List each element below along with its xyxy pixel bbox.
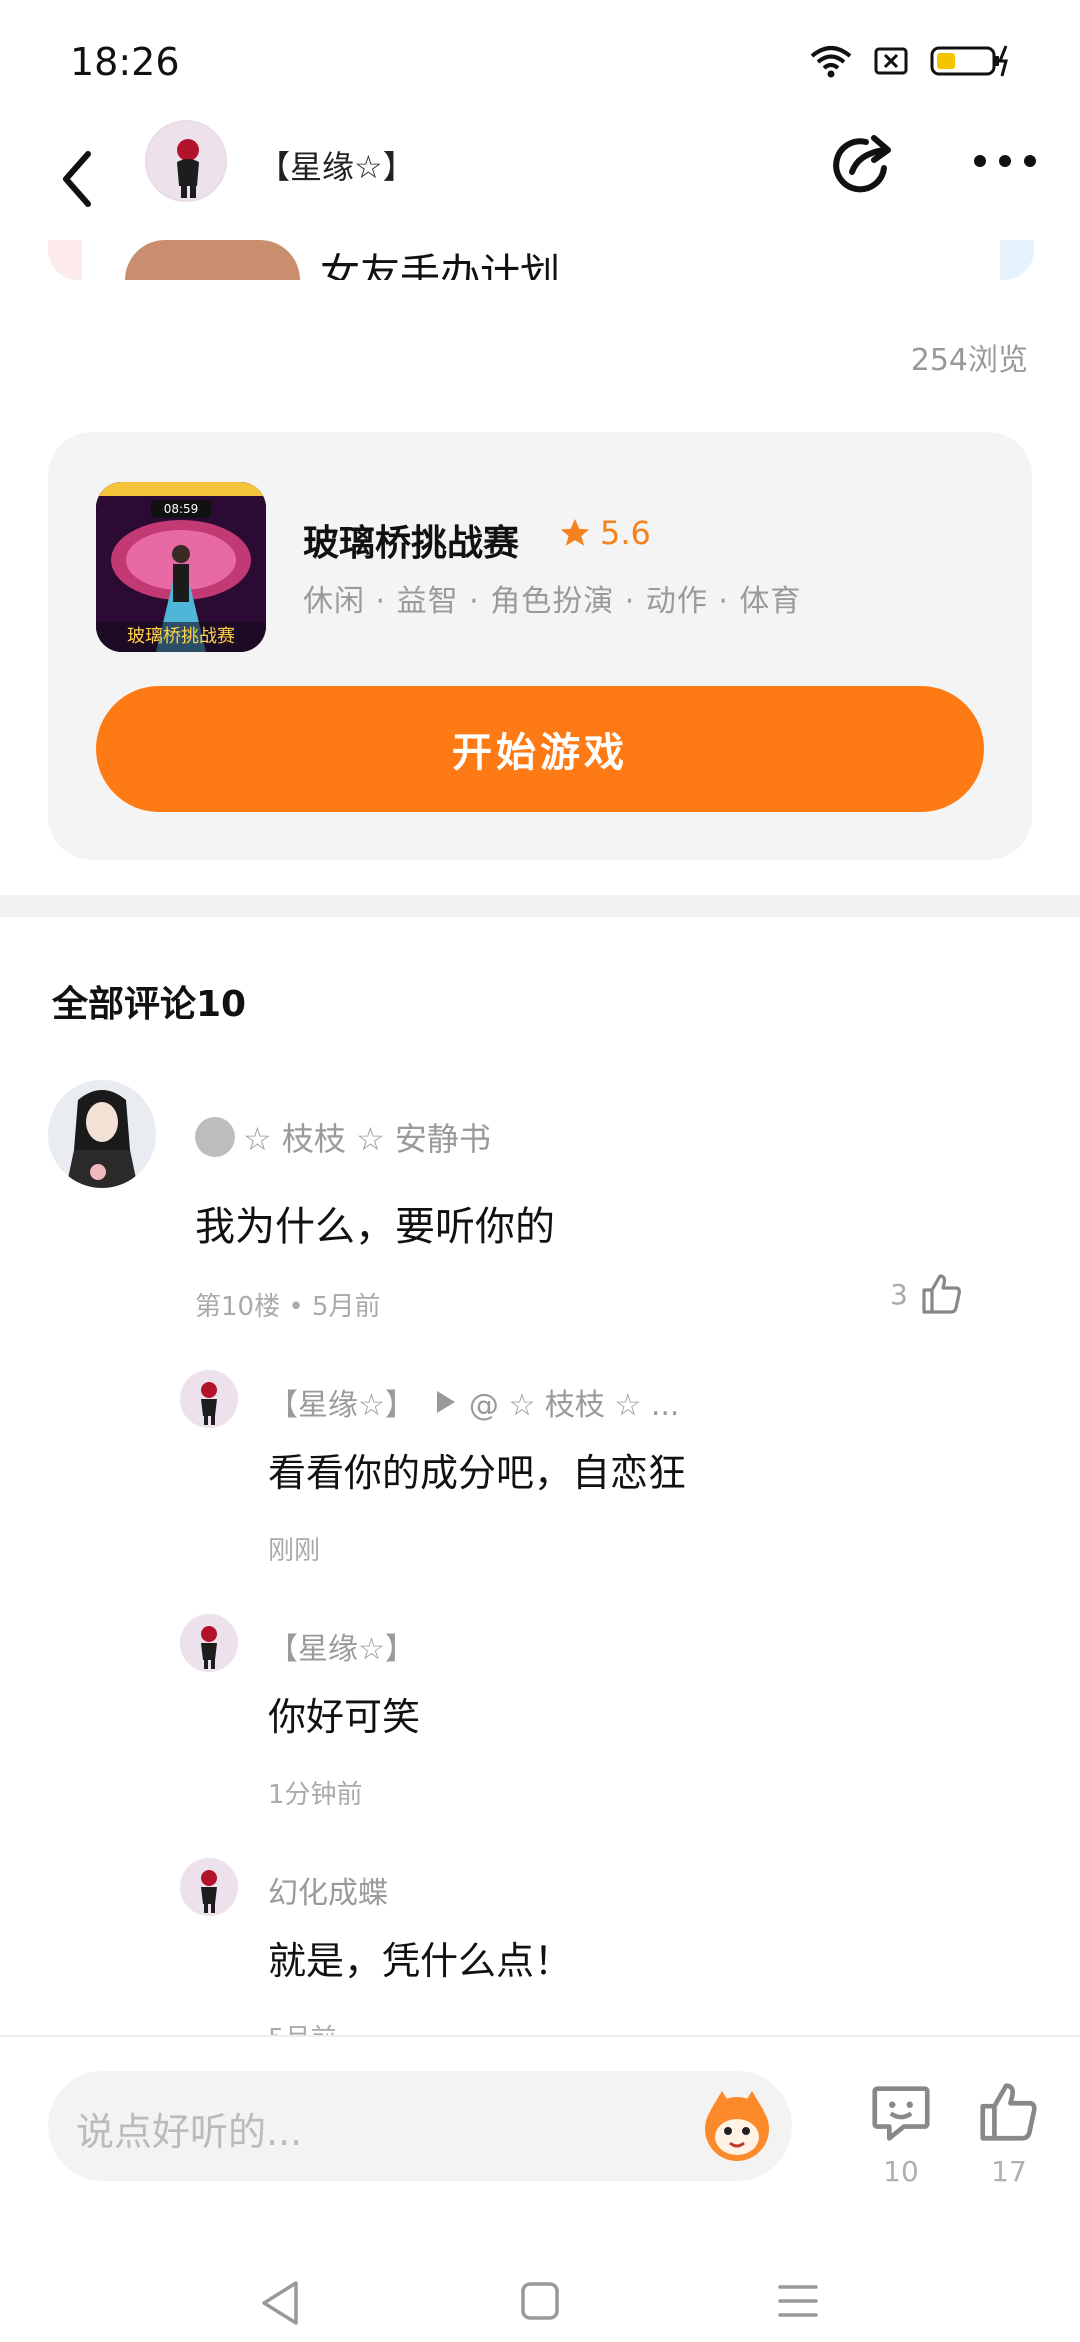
sim-card-icon [874,47,908,75]
comment-text: 我为什么，要听你的 [195,1204,555,1250]
mascot-emoji-icon[interactable] [692,2081,782,2171]
comment-avatar[interactable] [48,1080,156,1188]
comment-input-placeholder: 说点好听的... [76,2110,303,2154]
share-icon[interactable] [830,130,900,200]
reply-text: 就是，凭什么点！ [268,1939,573,1983]
like-icon[interactable] [974,2077,1044,2147]
status-time: 18:26 [70,40,180,84]
comment-meta: 第10楼 • 5月前 [195,1292,381,1322]
svg-text:08:59: 08:59 [164,502,199,516]
comment-like[interactable]: 3 [890,1270,966,1318]
top-nav: 【星缘☆】 [0,120,1080,240]
comment-emoji-icon[interactable] [866,2077,936,2147]
moon-emoji-icon [195,1117,235,1157]
reply-username[interactable]: 【星缘☆】 @ ☆ 枝枝 ☆ ... [268,1380,679,1424]
reply-text: 看看你的成分吧，自恋狂 [268,1451,687,1495]
system-nav-bar [0,2237,1080,2342]
game-thumbnail[interactable]: 08:59 玻璃桥挑战赛 [96,482,266,652]
nav-back-icon[interactable] [258,2279,302,2327]
comment-username[interactable]: ☆ 枝枝 ☆ 安静书 [195,1114,491,1160]
partial-bg-right [1000,240,1034,280]
thumbs-up-icon[interactable] [918,1270,966,1318]
star-icon [560,518,590,546]
reply-username[interactable]: 【星缘☆】 [268,1624,415,1668]
reply-target[interactable]: @ ☆ 枝枝 ☆ ... [469,1380,680,1424]
reply-avatar[interactable] [180,1614,238,1672]
partial-bg-left [48,240,82,280]
comment-input[interactable]: 说点好听的... [48,2071,792,2181]
reply-meta: 1分钟前 [268,1780,363,1810]
reply-avatar[interactable] [180,1858,238,1916]
nav-home-icon[interactable] [520,2281,560,2321]
rating-value: 5.6 [600,514,651,552]
battery-icon [930,45,1008,77]
reply-meta: 刚刚 [268,1536,321,1566]
more-options-icon[interactable] [970,146,1040,176]
partial-title: 女友手办计划 [320,251,560,280]
header-username[interactable]: 【星缘☆】 [258,142,415,188]
bottom-bar: 说点好听的... 10 17 [0,2035,1080,2340]
reply-text: 你好可笑 [268,1695,421,1739]
reply-username[interactable]: 幻化成蝶 [268,1868,388,1912]
status-icons [810,44,1010,78]
svg-text:玻璃桥挑战赛: 玻璃桥挑战赛 [127,626,235,647]
comments-header: 全部评论10 [52,984,247,1025]
view-count: 254浏览 [910,343,1028,378]
reply-avatar[interactable] [180,1370,238,1428]
status-bar: 18:26 [0,0,1080,130]
post-content-partial: 女友手办计划 [0,240,1080,280]
partial-thumb [125,240,300,280]
back-icon[interactable] [50,144,110,214]
section-divider [0,895,1080,917]
game-tags: 休闲 · 益智 · 角色扮演 · 动作 · 体育 [303,584,802,619]
comment-like-count: 3 [890,1277,908,1311]
reply-arrow-icon [436,1391,455,1413]
game-rating: 5.6 [558,514,651,552]
game-card[interactable]: 08:59 玻璃桥挑战赛 玻璃桥挑战赛 5.6 休闲 · 益智 · 角色扮演 ·… [48,432,1032,860]
wifi-icon [810,46,852,78]
game-title[interactable]: 玻璃桥挑战赛 [303,514,519,566]
start-game-button[interactable]: 开始游戏 [96,686,984,812]
header-avatar[interactable] [145,120,227,202]
comment-count: 10 [883,2155,919,2188]
like-count: 17 [991,2155,1027,2188]
nav-menu-icon[interactable] [778,2283,818,2319]
